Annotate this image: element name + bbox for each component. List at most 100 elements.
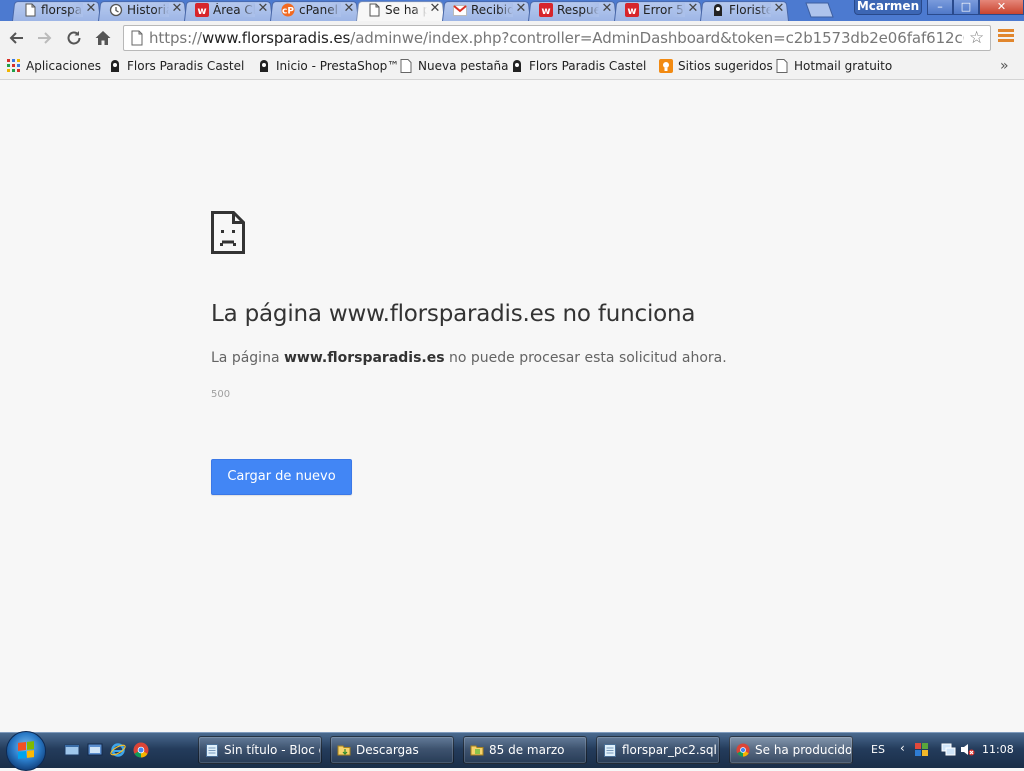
- taskbar-item-label: 85 de marzo: [489, 743, 565, 757]
- taskbar-item[interactable]: 85 de marzo: [463, 736, 587, 764]
- bookmark-item[interactable]: Sitios sugeridos: [658, 57, 773, 75]
- bookmark-item[interactable]: Flors Paradis Castelldefels: [509, 57, 646, 75]
- url-text: https://www.florsparadis.es/adminwe/inde…: [149, 30, 964, 47]
- taskbar-item-label: Se ha producido un error: [755, 743, 851, 757]
- bookmark-item[interactable]: Flors Paradis Castelldefels: [107, 57, 244, 75]
- show-desktop-icon[interactable]: [64, 742, 80, 758]
- reload-icon: [67, 31, 81, 45]
- bookmark-item[interactable]: Hotmail gratuito: [774, 57, 892, 75]
- taskbar-item[interactable]: Sin título - Bloc de notas: [198, 736, 322, 764]
- profile-button[interactable]: Mcarmen: [854, 0, 922, 15]
- tab-close-icon[interactable]: ✕: [171, 2, 183, 16]
- bookmark-apps[interactable]: Aplicaciones: [6, 57, 101, 75]
- start-button[interactable]: [6, 731, 46, 771]
- error-code: 500: [211, 389, 231, 400]
- prestashop-icon: [509, 58, 525, 74]
- tab-title: Respuestas: [557, 3, 599, 17]
- tab[interactable]: florsparadis ✕: [12, 0, 101, 21]
- bookmark-star-icon[interactable]: ☆: [969, 28, 984, 48]
- back-button[interactable]: [4, 26, 28, 50]
- svg-text:w: w: [541, 6, 550, 17]
- tab-close-icon[interactable]: ✕: [343, 2, 355, 16]
- prestashop-icon: [714, 4, 722, 16]
- home-button[interactable]: [91, 26, 115, 50]
- taskbar-clock[interactable]: 11:08: [982, 743, 1014, 756]
- internet-explorer-icon[interactable]: [110, 742, 126, 758]
- error-message-suffix: no puede procesar esta solicitud ahora.: [444, 350, 727, 366]
- tab-active[interactable]: Se ha producido ✕: [356, 0, 445, 21]
- window-controls: – □ ✕: [927, 0, 1024, 16]
- reload-button[interactable]: [62, 26, 86, 50]
- taskbar-item[interactable]: florspar_pc2.sql - Bloc de notas: [596, 736, 720, 764]
- svg-text:cP: cP: [282, 7, 294, 17]
- tab[interactable]: cP cPanel ✕: [270, 0, 359, 21]
- tab-close-icon[interactable]: ✕: [601, 2, 613, 16]
- new-tab-button[interactable]: [802, 2, 834, 18]
- svg-text:w: w: [197, 6, 206, 17]
- tab[interactable]: w Error 500 ✕: [614, 0, 703, 21]
- page-icon: [25, 3, 36, 17]
- taskbar-item-label: Descargas: [356, 743, 419, 757]
- tab-close-icon[interactable]: ✕: [515, 2, 527, 16]
- tab-close-icon[interactable]: ✕: [257, 2, 269, 16]
- bookmarks-overflow-button[interactable]: »: [1000, 58, 1009, 74]
- office-tray-icon[interactable]: [914, 742, 929, 757]
- chrome-menu-icon[interactable]: [998, 29, 1014, 45]
- url-host: www.florsparadis.es: [201, 30, 351, 47]
- svg-text:w: w: [627, 6, 636, 17]
- bookmark-label: Flors Paradis Castelldefels: [127, 59, 244, 73]
- tab-list: florsparadis ✕ Historial ✕ w Área Client…: [12, 0, 789, 21]
- taskbar-item-active[interactable]: Se ha producido un error: [729, 736, 853, 764]
- windows-logo-icon: [18, 741, 34, 759]
- forward-button[interactable]: [33, 26, 57, 50]
- prestashop-icon: [107, 58, 123, 74]
- tab[interactable]: Historial ✕: [98, 0, 187, 21]
- volume-muted-icon[interactable]: [960, 742, 975, 757]
- bookmark-item[interactable]: Inicio - PrestaShop™: [256, 57, 399, 75]
- chrome-icon: [736, 743, 750, 757]
- page-icon: [369, 3, 380, 17]
- language-indicator[interactable]: ES: [871, 743, 885, 756]
- tab-close-icon[interactable]: ✕: [85, 2, 97, 16]
- forward-arrow-icon: [38, 32, 52, 44]
- webempresa-icon: w: [195, 3, 209, 17]
- reload-page-button[interactable]: Cargar de nuevo: [211, 459, 352, 495]
- chrome-icon[interactable]: [133, 742, 149, 758]
- error-message: La página www.florsparadis.es no puede p…: [211, 348, 727, 368]
- folder-icon: [337, 745, 351, 756]
- tab[interactable]: Floristería ✕: [700, 0, 789, 21]
- tab[interactable]: w Área Cliente ✕: [184, 0, 273, 21]
- webempresa-icon: w: [625, 3, 639, 17]
- minimize-button[interactable]: –: [927, 0, 953, 15]
- show-hidden-icons-button[interactable]: ‹: [900, 741, 905, 755]
- close-window-button[interactable]: ✕: [979, 0, 1024, 15]
- history-icon: [109, 3, 123, 17]
- tab-title: Error 500: [643, 3, 685, 17]
- tab-strip: florsparadis ✕ Historial ✕ w Área Client…: [0, 0, 1024, 21]
- address-bar[interactable]: https://www.florsparadis.es/adminwe/inde…: [123, 25, 991, 51]
- bulb-icon: [658, 58, 674, 74]
- taskbar: Sin título - Bloc de notas Descargas 85 …: [0, 731, 1024, 771]
- tab-title: Historial: [127, 3, 169, 17]
- bookmarks-bar: Aplicaciones Flors Paradis Castelldefels…: [0, 55, 1024, 80]
- network-icon[interactable]: [941, 742, 956, 757]
- tab-close-icon[interactable]: ✕: [429, 2, 441, 16]
- browser-toolbar: https://www.florsparadis.es/adminwe/inde…: [0, 21, 1024, 55]
- window-switcher-icon[interactable]: [87, 742, 103, 758]
- taskbar-item[interactable]: Descargas: [330, 736, 454, 764]
- tab[interactable]: w Respuestas ✕: [528, 0, 617, 21]
- page-icon: [774, 58, 790, 74]
- tab[interactable]: Recibidos ✕: [442, 0, 531, 21]
- tab-close-icon[interactable]: ✕: [773, 2, 785, 16]
- webempresa-icon: w: [539, 3, 553, 17]
- tab-title: Recibidos: [471, 3, 513, 17]
- tab-close-icon[interactable]: ✕: [687, 2, 699, 16]
- tab-title: Floristería: [729, 3, 771, 17]
- page-icon: [131, 30, 143, 46]
- taskbar-item-label: Sin título - Bloc de notas: [224, 743, 320, 757]
- url-path: /adminwe/index.php?controller=AdminDashb…: [350, 30, 964, 47]
- cpanel-icon: cP: [281, 3, 295, 17]
- bookmark-item[interactable]: Nueva pestaña: [398, 57, 509, 75]
- bookmark-label: Hotmail gratuito: [794, 59, 893, 73]
- maximize-button[interactable]: □: [953, 0, 979, 15]
